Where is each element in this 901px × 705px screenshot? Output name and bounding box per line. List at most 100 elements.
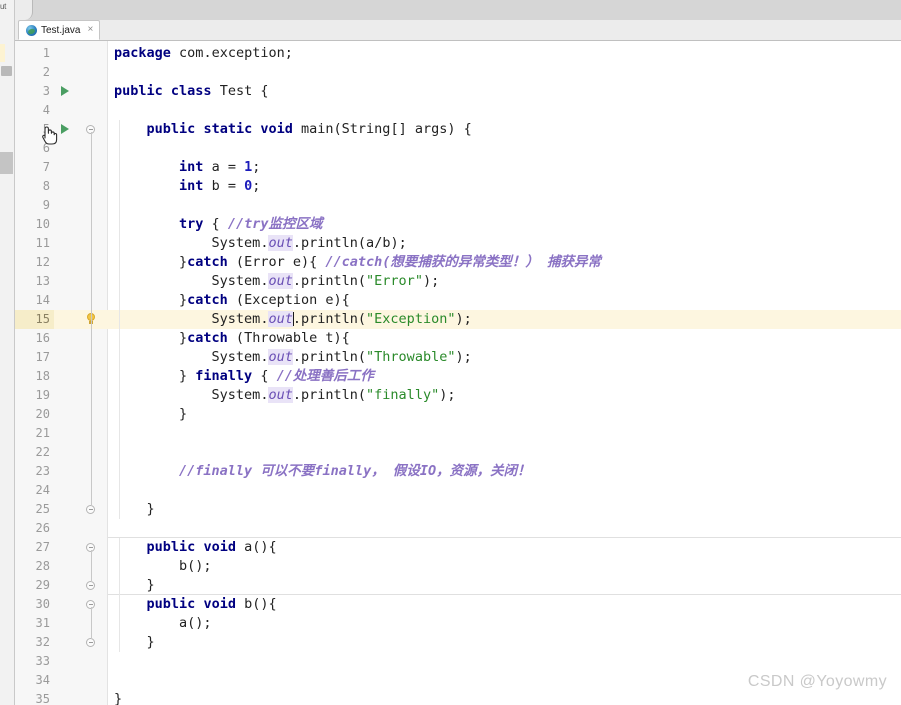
code-line-14[interactable]: 14 }catch (Exception e){ (14, 291, 901, 310)
close-icon[interactable]: × (87, 25, 93, 35)
line-number: 35 (35, 692, 50, 705)
code-line-9[interactable]: 9 (14, 196, 901, 215)
code-text[interactable]: System.out.println("Exception"); (114, 310, 472, 329)
code-line-16[interactable]: 16 }catch (Throwable t){ (14, 329, 901, 348)
code-text[interactable]: try { //try监控区域 (114, 215, 322, 234)
line-number: 2 (42, 65, 50, 79)
code-text[interactable]: int b = 0; (114, 177, 260, 196)
code-line-27[interactable]: 27 public void a(){ (14, 538, 901, 557)
line-number: 25 (35, 502, 50, 516)
left-tool-strip[interactable]: ut (0, 0, 15, 705)
code-line-4[interactable]: 4 (14, 101, 901, 120)
code-text[interactable]: } (114, 633, 155, 652)
code-text[interactable]: public static void main(String[] args) { (114, 120, 472, 139)
left-strip-accent (0, 44, 5, 62)
code-line-2[interactable]: 2 (14, 63, 901, 82)
code-text[interactable]: System.out.println("Error"); (114, 272, 439, 291)
code-line-31[interactable]: 31 a(); (14, 614, 901, 633)
code-text[interactable]: } (114, 405, 187, 424)
indent-guide (119, 538, 120, 652)
code-text[interactable]: public void a(){ (114, 538, 277, 557)
code-line-19[interactable]: 19 System.out.println("finally"); (14, 386, 901, 405)
code-line-11[interactable]: 11 System.out.println(a/b); (14, 234, 901, 253)
code-editor[interactable]: 1 package com.exception; 2 3 public class Te… (14, 41, 901, 705)
code-text[interactable]: } (114, 576, 155, 595)
line-number: 13 (35, 274, 50, 288)
line-number: 28 (35, 559, 50, 573)
code-text[interactable]: public class Test { (114, 82, 268, 101)
code-line-21[interactable]: 21 (14, 424, 901, 443)
code-line-22[interactable]: 22 (14, 443, 901, 462)
code-text[interactable]: }catch (Throwable t){ (114, 329, 350, 348)
code-text[interactable]: b(); (114, 557, 212, 576)
code-text[interactable]: } (114, 690, 122, 705)
line-number: 11 (35, 236, 50, 250)
line-number: 31 (35, 616, 50, 630)
code-line-5[interactable]: 5 public static void main(String[] args)… (14, 120, 901, 139)
code-text[interactable]: a(); (114, 614, 212, 633)
left-strip-chip-icon[interactable] (1, 66, 12, 76)
code-line-12[interactable]: 12 }catch (Error e){ //catch(想要捕获的异常类型！）… (14, 253, 901, 272)
code-line-29[interactable]: 29 } (14, 576, 901, 595)
code-line-28[interactable]: 28 b(); (14, 557, 901, 576)
code-fold-toggle[interactable] (86, 638, 95, 647)
line-number: 20 (35, 407, 50, 421)
code-line-6[interactable]: 6 (14, 139, 901, 158)
code-line-35[interactable]: 35} (14, 690, 901, 705)
code-fold-toggle[interactable] (86, 505, 95, 514)
indent-guide (119, 120, 120, 519)
code-line-33[interactable]: 33 (14, 652, 901, 671)
line-number: 14 (35, 293, 50, 307)
tab-label: Test.java (41, 24, 81, 36)
line-number: 22 (35, 445, 50, 459)
code-text[interactable]: public void b(){ (114, 595, 277, 614)
line-number: 26 (35, 521, 50, 535)
line-number: 21 (35, 426, 50, 440)
code-line-32[interactable]: 32 } (14, 633, 901, 652)
tab-test-java[interactable]: Test.java × (18, 20, 101, 40)
line-number: 4 (42, 103, 50, 117)
code-line-26[interactable]: 26 (14, 519, 901, 538)
method-separator (108, 537, 901, 538)
line-number: 34 (35, 673, 50, 687)
code-text[interactable]: }catch (Error e){ //catch(想要捕获的异常类型！） 捕获… (114, 253, 601, 272)
code-line-15[interactable]: 15 System.out.println("Exception"); (14, 310, 901, 329)
code-text[interactable]: } (114, 500, 155, 519)
code-line-13[interactable]: 13 System.out.println("Error"); (14, 272, 901, 291)
code-text[interactable]: //finally 可以不要finally， 假设IO，资源，关闭！ (114, 462, 531, 481)
run-arrow-icon[interactable] (61, 86, 69, 96)
left-strip-scroll-thumb[interactable] (0, 152, 13, 174)
line-number: 1 (42, 46, 50, 60)
fold-rail (91, 132, 92, 506)
line-number: 19 (35, 388, 50, 402)
code-line-24[interactable]: 24 (14, 481, 901, 500)
code-line-7[interactable]: 7 int a = 1; (14, 158, 901, 177)
code-line-1[interactable]: 1 package com.exception; (14, 44, 901, 63)
code-line-3[interactable]: 3 public class Test { (14, 82, 901, 101)
code-text[interactable]: System.out.println("Throwable"); (114, 348, 472, 367)
code-line-8[interactable]: 8 int b = 0; (14, 177, 901, 196)
code-line-20[interactable]: 20 } (14, 405, 901, 424)
code-line-17[interactable]: 17 System.out.println("Throwable"); (14, 348, 901, 367)
line-number: 12 (35, 255, 50, 269)
code-text[interactable]: package com.exception; (114, 44, 293, 63)
code-line-30[interactable]: 30 public void b(){ (14, 595, 901, 614)
line-number: 30 (35, 597, 50, 611)
run-arrow-icon[interactable] (61, 124, 69, 134)
code-line-10[interactable]: 10 try { //try监控区域 (14, 215, 901, 234)
fold-rail (91, 550, 92, 582)
line-number: 7 (42, 160, 50, 174)
code-text[interactable]: System.out.println(a/b); (114, 234, 407, 253)
code-text[interactable]: int a = 1; (114, 158, 260, 177)
line-number: 33 (35, 654, 50, 668)
line-number: 10 (35, 217, 50, 231)
line-number: 16 (35, 331, 50, 345)
code-text[interactable]: }catch (Exception e){ (114, 291, 350, 310)
code-line-25[interactable]: 25 } (14, 500, 901, 519)
code-fold-toggle[interactable] (86, 581, 95, 590)
code-text[interactable]: } finally { //处理善后工作 (114, 367, 374, 386)
code-line-23[interactable]: 23 //finally 可以不要finally， 假设IO，资源，关闭！ (14, 462, 901, 481)
code-text[interactable]: System.out.println("finally"); (114, 386, 455, 405)
code-line-18[interactable]: 18 } finally { //处理善后工作 (14, 367, 901, 386)
watermark: CSDN @Yoyowmy (747, 673, 887, 690)
